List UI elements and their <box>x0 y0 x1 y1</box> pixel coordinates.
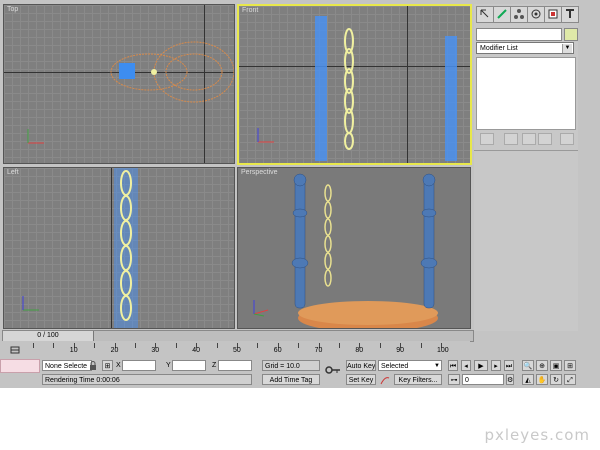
ruler-tick-label: 40 <box>192 347 200 354</box>
modifier-list-dropdown[interactable]: Modifier List ▼ <box>476 42 574 54</box>
hierarchy-icon[interactable] <box>510 6 528 23</box>
z-coordinate-field[interactable] <box>218 360 252 371</box>
viewport-top[interactable]: Top <box>3 4 235 164</box>
wireframe-object <box>110 41 234 103</box>
modifier-list-label: Modifier List <box>480 45 518 52</box>
command-panel: Modifier List ▼ <box>474 4 579 331</box>
previous-frame-icon[interactable]: ◂ <box>461 360 471 371</box>
ruler-tick-label: 100 <box>437 347 449 354</box>
add-time-tag-button[interactable]: Add Time Tag <box>262 374 320 385</box>
x-coordinate-field[interactable] <box>122 360 156 371</box>
chevron-down-icon: ▼ <box>562 44 572 53</box>
modify-icon[interactable] <box>493 6 511 23</box>
time-slider[interactable]: 0 / 100 <box>3 331 94 341</box>
x-label: X <box>116 362 121 369</box>
object-name-field[interactable] <box>476 28 562 41</box>
selection-field: None Selecte <box>42 360 92 371</box>
ruler-tick <box>175 343 177 348</box>
create-icon[interactable] <box>476 6 494 23</box>
ruler-tick <box>298 343 300 348</box>
viewport-perspective[interactable]: Perspective <box>237 167 471 329</box>
ruler-tick <box>257 343 259 348</box>
y-label: Y <box>166 362 171 369</box>
go-to-start-icon[interactable]: ⏮ <box>448 360 458 371</box>
key-tangent-icon[interactable] <box>380 375 390 385</box>
ruler-tick <box>33 343 34 348</box>
viewport-label[interactable]: Top <box>7 6 18 13</box>
ruler-tick-label: 50 <box>233 347 241 354</box>
watermark: pxleyes.com <box>484 426 590 444</box>
next-frame-icon[interactable]: ▸ <box>491 360 501 371</box>
zoom-extents-all-icon[interactable]: ⊞ <box>564 360 576 371</box>
show-end-result-icon[interactable] <box>504 133 518 145</box>
viewport-front[interactable]: Front <box>237 4 472 165</box>
z-label: Z <box>212 362 217 369</box>
ruler-tick-label: 70 <box>314 347 323 354</box>
key-icon[interactable] <box>325 365 341 375</box>
track-bar[interactable]: 10 20 30 40 50 60 70 80 90 100 <box>0 341 470 360</box>
y-coordinate-field[interactable] <box>172 360 206 371</box>
absolute-mode-toggle[interactable]: ⊞ <box>102 360 113 371</box>
grid-readout: Grid = 10.0 <box>262 360 320 371</box>
stack-toolbar <box>476 132 574 145</box>
ruler-tick <box>339 343 340 348</box>
zoom-icon[interactable]: 🔍 <box>522 360 534 371</box>
axis-gizmo-icon <box>253 300 269 317</box>
3ds-max-window: Top Front Left Perspective Modifier List… <box>0 0 600 388</box>
parameters-rollout <box>474 150 578 331</box>
key-mode-toggle-icon[interactable]: ⊶ <box>448 374 460 385</box>
zoom-extents-icon[interactable]: ▣ <box>550 360 562 371</box>
rendering-time: Rendering Time 0:00:06 <box>42 374 252 385</box>
current-frame-field[interactable]: 0 <box>462 374 504 385</box>
go-to-end-icon[interactable]: ⏭ <box>504 360 514 371</box>
make-unique-icon[interactable] <box>522 133 536 145</box>
ruler-tick-label: 10 <box>69 347 78 354</box>
modifier-stack[interactable] <box>476 57 576 130</box>
auto-key-button[interactable]: Auto Key <box>346 360 376 371</box>
viewport-left[interactable]: Left <box>3 167 235 329</box>
ruler-tick-label: 20 <box>110 347 119 354</box>
ruler-tick-label: 30 <box>151 347 160 354</box>
motion-icon[interactable] <box>527 6 545 23</box>
axis-gizmo-icon <box>27 129 44 144</box>
pin-stack-icon[interactable] <box>480 133 494 145</box>
field-of-view-icon[interactable]: ◭ <box>522 374 534 385</box>
key-filters-button[interactable]: Key Filters... <box>394 374 442 385</box>
chevron-down-icon: ▼ <box>434 363 440 369</box>
ruler-tick <box>135 343 136 348</box>
ruler-tick-label: 80 <box>355 347 364 354</box>
lock-icon[interactable] <box>88 361 98 371</box>
track-bar-icon[interactable] <box>10 345 20 355</box>
key-mode-value: Selected <box>381 363 409 370</box>
set-key-button[interactable]: Set Key <box>346 374 376 385</box>
ruler-tick <box>420 343 422 348</box>
display-icon[interactable] <box>544 6 562 23</box>
ruler-tick <box>379 343 381 348</box>
axis-gizmo-icon <box>22 296 39 311</box>
utilities-icon[interactable] <box>561 6 579 23</box>
remove-modifier-icon[interactable] <box>538 133 552 145</box>
key-mode-dropdown[interactable]: Selected ▼ <box>378 360 442 371</box>
ruler-tick-label: 60 <box>273 347 282 354</box>
ruler-tick <box>53 343 55 348</box>
pan-icon[interactable]: ✋ <box>536 374 548 385</box>
maximize-viewport-icon[interactable]: ⤢ <box>564 374 576 385</box>
object-color-swatch[interactable] <box>564 28 578 41</box>
time-configuration-icon[interactable]: ⚙ <box>506 374 514 385</box>
ruler-tick-label: 90 <box>396 347 404 354</box>
axis-gizmo-icon <box>257 128 274 143</box>
zoom-all-icon[interactable]: ⊕ <box>536 360 548 371</box>
ruler-tick <box>216 343 218 348</box>
arc-rotate-icon[interactable]: ↻ <box>550 374 562 385</box>
configure-sets-icon[interactable] <box>560 133 574 145</box>
ruler-tick <box>94 343 96 348</box>
play-icon[interactable]: ▶ <box>474 360 488 371</box>
status-bar: None Selecte ⊞ X Y Z Grid = 10.0 Renderi… <box>0 359 600 388</box>
maxscript-listener[interactable] <box>0 359 40 373</box>
